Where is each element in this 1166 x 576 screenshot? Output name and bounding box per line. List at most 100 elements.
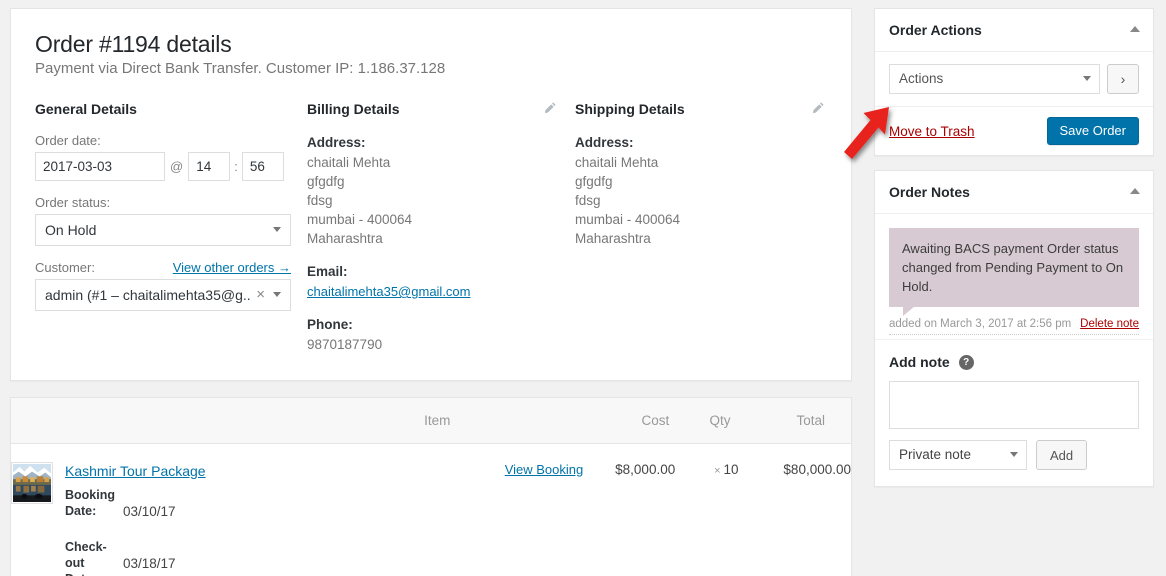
billing-details-heading: Billing Details [307, 101, 400, 117]
shipping-address-line: Maharashtra [575, 231, 651, 246]
shipping-details-heading: Shipping Details [575, 101, 685, 117]
order-actions-title: Order Actions [889, 22, 982, 38]
add-note-controls: Private note Add [889, 440, 1139, 470]
order-hour-input[interactable] [188, 152, 231, 181]
delete-note-link[interactable]: Delete note [1080, 318, 1139, 330]
table-row: Kashmir Tour Package Booking Date: 03/10… [11, 444, 851, 576]
order-notes-list: Awaiting BACS payment Order status chang… [875, 214, 1153, 339]
sidebar: Order Actions Actions › Move to Trash Sa… [874, 8, 1154, 501]
customer-select[interactable]: admin (#1 – chaitalimehta35@g.. × [35, 279, 291, 311]
general-details-column: General Details Order date: @ : Order st… [35, 101, 307, 325]
product-name-link[interactable]: Kashmir Tour Package [65, 463, 206, 479]
order-status-value[interactable]: On Hold [35, 214, 291, 246]
column-header-item: Item [11, 398, 451, 444]
customer-header: Customer: View other orders → [35, 260, 291, 275]
edit-billing-pencil-icon[interactable] [543, 101, 557, 115]
order-actions-footer: Move to Trash Save Order [875, 106, 1153, 155]
shipping-address-line: gfgdfg [575, 174, 613, 189]
page-title: Order #1194 details [35, 31, 232, 57]
billing-details-column: Billing Details Address: chaitali Mehta … [307, 101, 575, 354]
item-total: $80,000.00 [783, 462, 851, 477]
customer-value[interactable]: admin (#1 – chaitalimehta35@g.. [35, 279, 291, 311]
details-columns: General Details Order date: @ : Order st… [35, 101, 827, 354]
column-header-qty: Qty [675, 398, 739, 444]
item-cell: Kashmir Tour Package Booking Date: 03/10… [11, 444, 450, 576]
edit-shipping-pencil-icon[interactable] [811, 101, 825, 115]
apply-action-button[interactable]: › [1107, 64, 1139, 94]
clear-customer-icon[interactable]: × [256, 286, 265, 303]
column-header-cost: Cost [583, 398, 676, 444]
billing-email-link[interactable]: chaitalimehta35@gmail.com [307, 284, 471, 299]
order-edit-screen: Order #1194 details Payment via Direct B… [0, 0, 1166, 576]
column-header-total: Total [738, 398, 851, 444]
view-booking-cell: View Booking [450, 444, 584, 576]
item-meta-value: 03/10/17 [123, 504, 176, 519]
chevron-up-icon[interactable] [1130, 188, 1140, 194]
order-items-table: Item Cost Qty Total Kashmir Tour Package… [11, 398, 851, 576]
item-meta-row: Booking Date: 03/10/17 [65, 486, 176, 538]
note-type-value[interactable]: Private note [889, 440, 1027, 470]
chevron-up-icon[interactable] [1130, 26, 1140, 32]
add-note-button[interactable]: Add [1036, 440, 1088, 470]
list-item: Awaiting BACS payment Order status chang… [889, 228, 1139, 335]
shipping-address-label: Address: [575, 135, 634, 150]
order-items-panel: Item Cost Qty Total Kashmir Tour Package… [10, 397, 852, 576]
item-meta-label: Booking Date: [65, 488, 115, 518]
order-notes-panel: Order Notes Awaiting BACS payment Order … [874, 170, 1154, 487]
order-notes-title: Order Notes [889, 184, 970, 200]
billing-address-label: Address: [307, 135, 366, 150]
order-note-text: Awaiting BACS payment Order status chang… [889, 228, 1139, 316]
billing-address-block: Address: chaitali Mehta gfgdfg fdsg mumb… [307, 133, 575, 354]
customer-label: Customer: [35, 260, 95, 275]
order-details-panel: Order #1194 details Payment via Direct B… [10, 8, 852, 381]
shipping-address-line: fdsg [575, 193, 601, 208]
billing-phone-label: Phone: [307, 317, 353, 332]
order-date-row: @ : [35, 152, 307, 181]
billing-address-line: Maharashtra [307, 231, 383, 246]
view-other-orders-link[interactable]: View other orders → [173, 260, 291, 275]
add-note-section: Add note ? Private note Add [875, 339, 1153, 486]
order-date-input[interactable] [35, 152, 165, 181]
product-thumbnail[interactable] [11, 462, 53, 504]
move-to-trash-link[interactable]: Move to Trash [889, 124, 975, 139]
order-note-timestamp: added on March 3, 2017 at 2:56 pm [889, 318, 1072, 330]
main-column: Order #1194 details Payment via Direct B… [10, 8, 852, 576]
order-minute-input[interactable] [241, 152, 284, 181]
help-icon[interactable]: ? [958, 354, 974, 370]
order-action-select[interactable]: Actions [889, 64, 1100, 94]
item-meta-table: Booking Date: 03/10/17 Check-out Date: 0… [65, 486, 176, 576]
view-booking-link[interactable]: View Booking [505, 462, 584, 477]
table-header-row: Item Cost Qty Total [11, 398, 851, 444]
order-actions-header: Order Actions [875, 9, 1153, 52]
billing-phone-value: 9870187790 [307, 337, 383, 352]
shipping-details-column: Shipping Details Address: chaitali Mehta… [575, 101, 843, 248]
order-notes-header: Order Notes [875, 171, 1153, 214]
item-meta-label: Check-out Date: [65, 540, 107, 576]
qty-multiply-symbol: × [714, 465, 721, 477]
order-status-select[interactable]: On Hold [35, 214, 291, 246]
billing-address-line: gfgdfg [307, 174, 345, 189]
item-qty-cell: × 10 [675, 444, 738, 576]
add-note-label: Add note [889, 354, 950, 370]
billing-address-line: fdsg [307, 193, 333, 208]
order-status-label: Order status: [35, 195, 111, 210]
billing-address-line: mumbai - 400064 [307, 212, 413, 227]
column-header-view [450, 398, 584, 444]
colon-symbol: : [234, 159, 238, 174]
item-qty: 10 [723, 462, 739, 477]
item-meta-value: 03/18/17 [123, 556, 176, 571]
item-meta-row: Check-out Date: 03/18/17 [65, 538, 176, 576]
save-order-button[interactable]: Save Order [1046, 117, 1139, 145]
order-subtitle: Payment via Direct Bank Transfer. Custom… [35, 60, 446, 77]
order-actions-panel: Order Actions Actions › Move to Trash Sa… [874, 8, 1154, 156]
shipping-address-line: chaitali Mehta [575, 155, 659, 170]
order-date-label: Order date: [35, 133, 101, 148]
at-symbol: @ [170, 159, 184, 174]
order-actions-body: Actions › [875, 52, 1153, 106]
add-note-textarea[interactable] [889, 381, 1139, 429]
shipping-address-line: mumbai - 400064 [575, 212, 681, 227]
order-note-meta: added on March 3, 2017 at 2:56 pm Delete… [889, 318, 1139, 335]
note-type-select[interactable]: Private note [889, 440, 1027, 470]
general-details-heading: General Details [35, 101, 137, 117]
order-action-value[interactable]: Actions [889, 64, 1100, 94]
